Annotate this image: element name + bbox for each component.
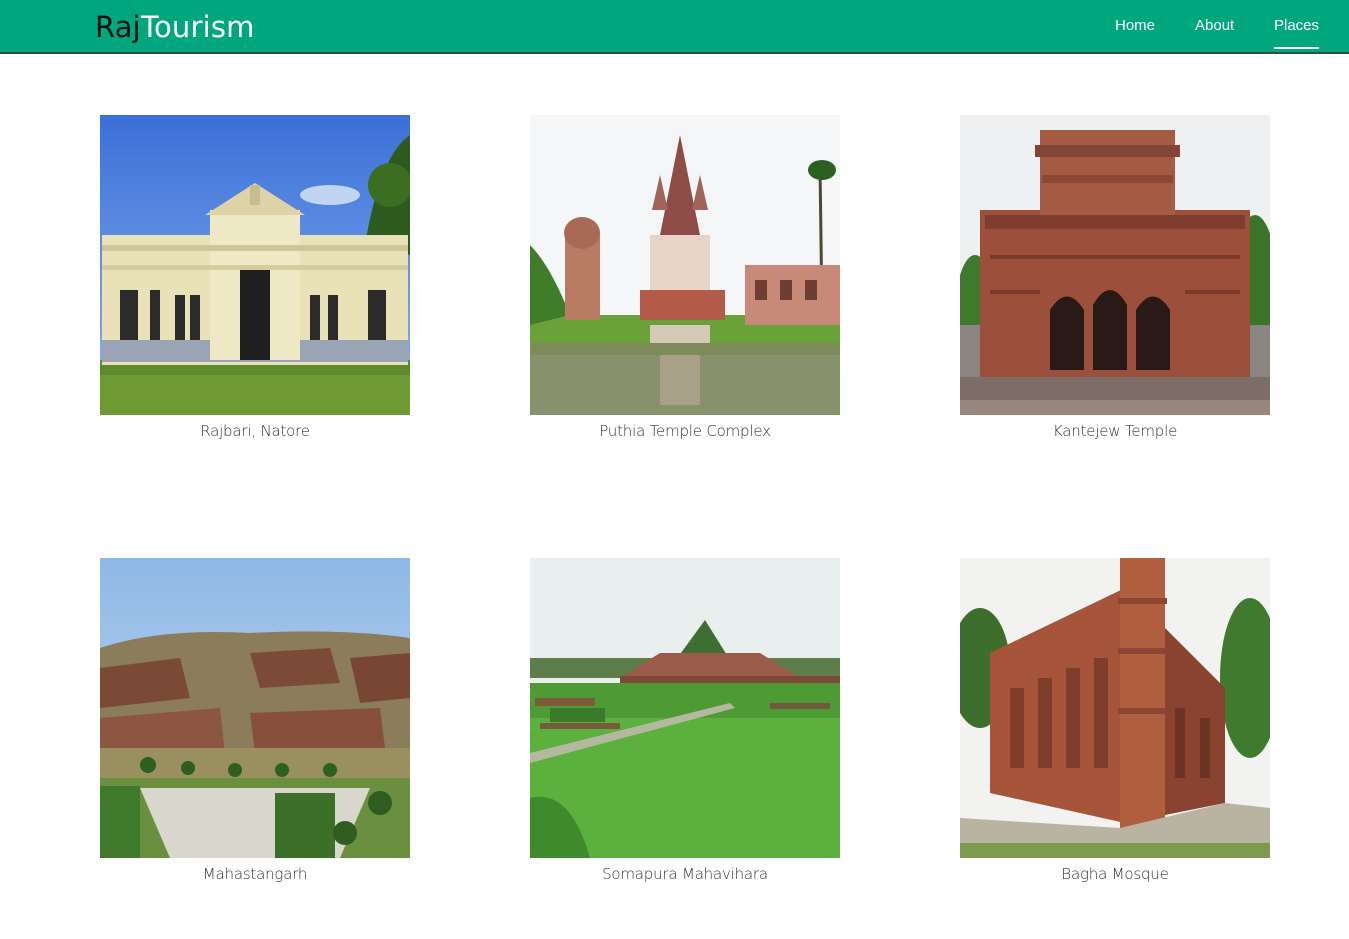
place-caption: Puthia Temple Complex (599, 422, 771, 440)
place-caption: Mahastangarh (202, 865, 308, 883)
vihara-photo[interactable] (530, 558, 840, 858)
place-card[interactable]: Bagha Mosque (960, 558, 1270, 883)
place-caption: Kantejew Temple (1052, 422, 1178, 440)
place-card[interactable]: Puthia Temple Complex (530, 115, 840, 440)
brand-part-1: Raj (95, 10, 141, 44)
place-card[interactable]: Somapura Mahavihara (530, 558, 840, 883)
nav-places-link[interactable]: Places (1274, 17, 1319, 34)
ruins-photo[interactable] (100, 558, 410, 858)
place-card[interactable]: Mahastangarh (100, 558, 410, 883)
place-caption: Somapura Mahavihara (602, 865, 768, 883)
place-caption: Bagha Mosque (1061, 865, 1169, 883)
temple-pond-photo[interactable] (530, 115, 840, 415)
palace-photo[interactable] (100, 115, 410, 415)
terracotta-temple-photo[interactable] (960, 115, 1270, 415)
navbar: RajTourism Home About Places (0, 0, 1349, 54)
place-card[interactable]: Rajbari, Natore (100, 115, 410, 440)
brand-part-2: Tourism (140, 10, 255, 44)
nav-about-link[interactable]: About (1195, 17, 1234, 34)
place-card[interactable]: Kantejew Temple (960, 115, 1270, 440)
active-nav-underline (1274, 47, 1319, 49)
brand-logo[interactable]: RajTourism (95, 9, 255, 45)
nav-home-link[interactable]: Home (1115, 17, 1155, 34)
mosque-photo[interactable] (960, 558, 1270, 858)
place-caption: Rajbari, Natore (200, 422, 310, 440)
